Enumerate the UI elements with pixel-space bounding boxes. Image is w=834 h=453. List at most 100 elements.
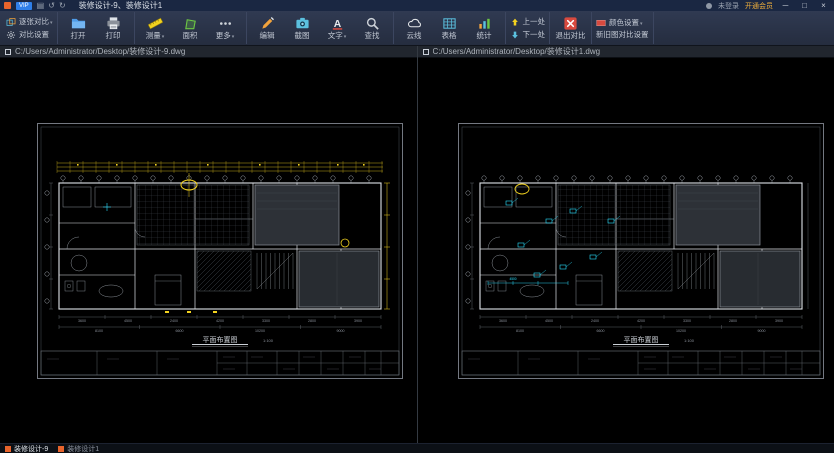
file-tab-label: 装修设计1	[67, 445, 100, 453]
svg-text:2800: 2800	[308, 319, 316, 323]
titlebar: VIP ▤ ↺ ↻ 装修设计-9、装修设计1 未登录 开通会员 ─ □ ×	[0, 0, 834, 11]
ribbon-button-label: 颜色设置▾	[609, 17, 643, 27]
svg-text:2400: 2400	[591, 319, 599, 323]
ribbon-group-5: 上一处下一处	[506, 12, 551, 44]
svg-text:6600: 6600	[176, 329, 184, 333]
svg-text:3600: 3600	[78, 319, 86, 323]
statusbar: 装修设计-9 装修设计1	[0, 443, 834, 453]
chevron-down-icon: ▾	[161, 34, 165, 40]
floor-plan-drawing-left: 3600 4500 2400 4200 3300 2800 3900 8100 6600 1020…	[37, 123, 403, 379]
ribbon-button-ruler[interactable]: 测量▾	[139, 16, 172, 40]
svg-text:1:100: 1:100	[684, 338, 695, 343]
more-icon	[218, 16, 233, 31]
ribbon-button-cloud[interactable]: 云线	[398, 16, 431, 40]
svg-text:4500: 4500	[545, 319, 553, 323]
close-button[interactable]: ×	[817, 0, 830, 11]
folder-icon	[71, 16, 86, 31]
redo-icon[interactable]: ↻	[59, 1, 66, 10]
ribbon-button-label: 新旧图对比设置	[596, 29, 649, 39]
quick-access-toolbar: ▤ ↺ ↻	[37, 1, 66, 10]
ribbon-group-3: 编辑 截图 A 文字▾ 查找	[247, 12, 394, 44]
svg-text:4200: 4200	[637, 319, 645, 323]
svg-text:3900: 3900	[354, 319, 362, 323]
svg-text:8100: 8100	[95, 329, 103, 333]
exit-icon	[563, 16, 578, 31]
viewport-right-header: C:/Users/Administrator/Desktop/装修设计1.dwg	[417, 46, 834, 58]
login-status[interactable]: 未登录	[718, 1, 739, 11]
ribbon-group-4: 云线 表格 统计	[394, 12, 506, 44]
ribbon-button-area[interactable]: 面积	[174, 16, 207, 40]
maximize-button[interactable]: □	[798, 0, 811, 11]
ribbon-button-pencil[interactable]: 编辑	[251, 16, 284, 40]
file-tab-0[interactable]: 装修设计-9	[5, 444, 48, 453]
dwg-file-icon	[5, 445, 11, 452]
minimize-button[interactable]: ─	[779, 0, 792, 11]
svg-text:9000: 9000	[337, 329, 345, 333]
ribbon-button-chart[interactable]: 统计	[468, 16, 501, 40]
ribbon-button-folder[interactable]: 打开	[62, 16, 95, 40]
chart-icon	[477, 16, 492, 31]
svg-text:1:100: 1:100	[263, 338, 274, 343]
user-avatar-icon[interactable]	[706, 2, 712, 9]
ribbon-button-label: 打开	[70, 31, 86, 41]
ribbon-button-label: 表格	[441, 31, 457, 41]
swatch-icon	[596, 18, 606, 28]
svg-text:10200: 10200	[255, 329, 265, 333]
ribbon-button-more[interactable]: 更多▾	[209, 16, 242, 40]
ribbon-button-arrow-up[interactable]: 上一处	[510, 16, 546, 27]
ribbon-button-search[interactable]: 查找	[356, 16, 389, 40]
ribbon-button-label: 统计	[476, 31, 492, 41]
file-path-left: C:/Users/Administrator/Desktop/装修设计-9.dw…	[15, 47, 186, 56]
svg-text:3300: 3300	[262, 319, 270, 323]
save-icon[interactable]: ▤	[37, 1, 45, 10]
svg-text:4500: 4500	[509, 277, 516, 281]
svg-text:9000: 9000	[757, 329, 765, 333]
svg-text:平面布置图: 平面布置图	[623, 335, 658, 344]
ribbon-group-2: 测量▾ 面积 更多▾	[135, 12, 247, 44]
drawing-canvas-right[interactable]: 4500 3600 4500 2400 4200 3300 2800 3900 8100 6600…	[417, 58, 834, 443]
cloud-icon	[407, 16, 422, 31]
ribbon-button-compare[interactable]: 逐张对比▾	[6, 17, 53, 27]
ribbon-button-label: 编辑	[259, 31, 275, 41]
chevron-down-icon: ▾	[231, 34, 235, 40]
file-tab-1[interactable]: 装修设计1	[58, 444, 99, 453]
file-icon	[422, 48, 429, 55]
arrow-down-icon	[510, 30, 520, 40]
pencil-icon	[260, 16, 275, 31]
drawing-canvas-left[interactable]: 3600 4500 2400 4200 3300 2800 3900 8100 6600 1020…	[0, 58, 417, 443]
ribbon-button-label: 截图	[294, 31, 310, 41]
search-icon	[365, 16, 380, 31]
vip-badge[interactable]: VIP	[16, 1, 32, 10]
arrow-up-icon	[510, 17, 520, 27]
ribbon-button-text[interactable]: A 文字▾	[321, 16, 354, 40]
compare-view: C:/Users/Administrator/Desktop/装修设计-9.dw…	[0, 46, 834, 443]
svg-text:10200: 10200	[676, 329, 686, 333]
ribbon-button-swatch[interactable]: 颜色设置▾	[596, 18, 649, 28]
ribbon-button-table[interactable]: 表格	[433, 16, 466, 40]
member-cta[interactable]: 开通会员	[745, 1, 773, 11]
ribbon-button-label: 文字▾	[327, 31, 347, 40]
gear-icon	[6, 30, 16, 40]
ribbon-button-label: 打印	[105, 31, 121, 41]
ribbon-button-label: 面积	[182, 31, 198, 41]
ribbon-button-exit[interactable]: 退出对比	[554, 16, 587, 40]
svg-text:3300: 3300	[683, 319, 691, 323]
svg-text:A: A	[333, 19, 341, 30]
ribbon-button-arrow-down[interactable]: 下一处	[510, 30, 545, 40]
svg-text:6600: 6600	[596, 329, 604, 333]
ribbon-button-gear[interactable]: 对比设置	[6, 30, 53, 40]
window-title: 装修设计-9、装修设计1	[78, 1, 163, 10]
ribbon-button-label: 退出对比	[555, 31, 586, 41]
ribbon-button-label: 上一处	[522, 16, 546, 26]
ribbon-button-none[interactable]: 新旧图对比设置	[596, 31, 649, 39]
app-logo-icon	[4, 2, 11, 9]
undo-icon[interactable]: ↺	[48, 1, 55, 10]
svg-text:2800: 2800	[729, 319, 737, 323]
ribbon-button-label: 逐张对比▾	[19, 16, 53, 26]
ribbon-button-camera[interactable]: 截图	[286, 16, 319, 40]
ribbon-button-printer[interactable]: 打印	[97, 16, 130, 40]
area-icon	[183, 16, 198, 31]
printer-icon	[106, 16, 121, 31]
text-icon: A	[330, 16, 345, 31]
titlebar-right: 未登录 开通会员 ─ □ ×	[706, 0, 830, 11]
